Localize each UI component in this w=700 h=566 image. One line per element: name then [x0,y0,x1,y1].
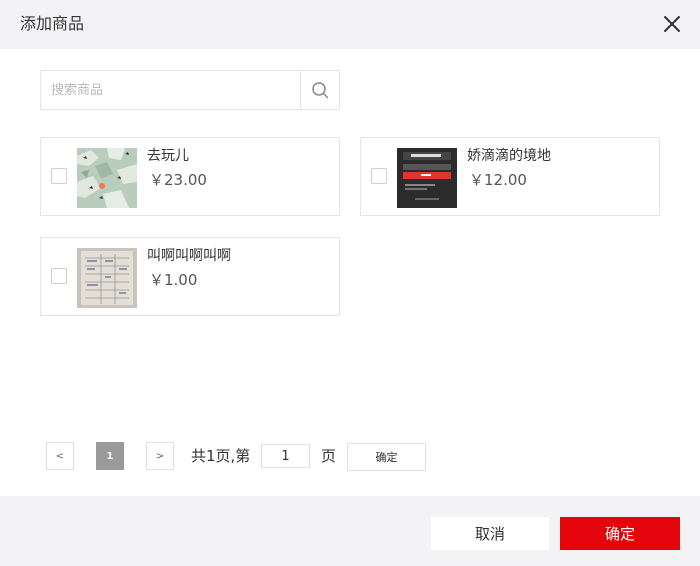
search-icon [312,82,329,99]
dialog-header: 添加商品 [0,0,700,49]
product-price: ￥12.00 [469,171,527,189]
product-name: 娇滴滴的境地 [467,148,551,164]
product-price: ￥23.00 [149,171,207,189]
product-card[interactable]: 叫啊叫啊叫啊 ￥1.00 [40,237,340,316]
close-button[interactable] [660,12,684,36]
prev-page-button[interactable]: < [46,442,74,470]
go-to-page-button[interactable]: 确定 [347,443,426,471]
search-button[interactable] [300,71,340,109]
current-page-button[interactable]: 1 [96,442,124,470]
search-input[interactable] [41,71,299,109]
cancel-button[interactable]: 取消 [431,517,549,550]
page-number-input[interactable] [261,444,310,468]
page-suffix-text: 页 [321,447,337,465]
product-checkbox[interactable] [51,268,67,284]
add-product-dialog: 添加商品 搜索商品 去玩儿 ￥23.00 娇滴滴的境地 ￥12.00 叫啊叫啊叫… [0,0,700,566]
close-icon [664,16,680,32]
product-price: ￥1.00 [149,271,198,289]
product-thumbnail [397,148,457,208]
product-name: 去玩儿 [147,148,189,164]
dialog-footer: 取消 确定 [0,496,700,566]
product-checkbox[interactable] [51,168,67,184]
search-box [40,70,340,110]
dialog-title: 添加商品 [20,14,85,33]
product-card[interactable]: 娇滴滴的境地 ￥12.00 [360,137,660,216]
product-card[interactable]: 去玩儿 ￥23.00 [40,137,340,216]
product-name: 叫啊叫啊叫啊 [147,248,231,264]
next-page-button[interactable]: > [146,442,174,470]
confirm-button[interactable]: 确定 [560,517,680,550]
page-total-text: 共1页,第 [191,447,251,465]
product-thumbnail [77,148,137,208]
product-checkbox[interactable] [371,168,387,184]
product-thumbnail [77,248,137,308]
